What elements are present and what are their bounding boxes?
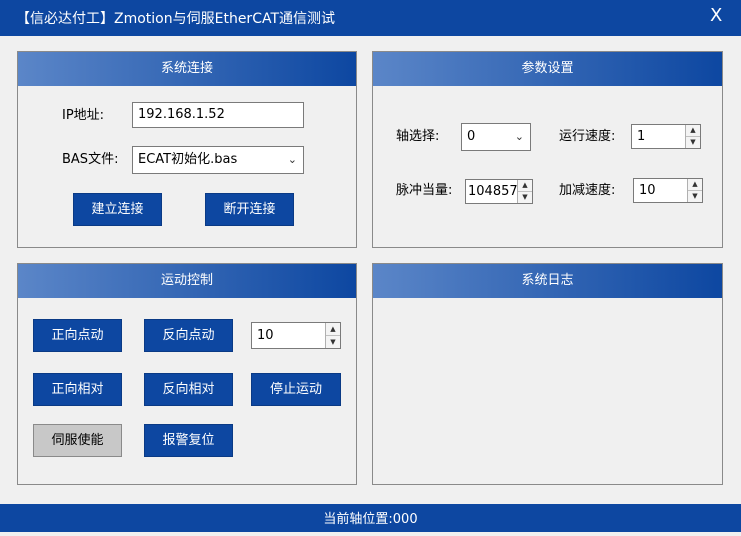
- axis-select-dropdown[interactable]: 0 ⌄: [461, 123, 531, 151]
- step-distance-value: 10: [257, 328, 274, 343]
- relative-forward-button[interactable]: 正向相对: [33, 373, 122, 406]
- stop-motion-button[interactable]: 停止运动: [251, 373, 341, 406]
- jog-reverse-button[interactable]: 反向点动: [144, 319, 233, 352]
- pulse-equivalent-value: 104857: [468, 184, 518, 199]
- spin-up-icon[interactable]: ▲: [518, 180, 532, 192]
- run-speed-spinner[interactable]: ▲ ▼: [685, 125, 700, 148]
- pulse-equivalent-spinner[interactable]: ▲ ▼: [517, 180, 532, 203]
- bas-file-dropdown[interactable]: ECAT初始化.bas ⌄: [132, 146, 304, 174]
- connection-panel-header: 系统连接: [18, 52, 356, 86]
- accel-label: 加减速度:: [559, 183, 616, 198]
- axis-select-label: 轴选择:: [396, 129, 440, 144]
- ip-label: IP地址:: [62, 108, 105, 123]
- title-bar: 【信必达付工】Zmotion与伺服EtherCAT通信测试 X: [0, 0, 741, 36]
- jog-forward-button[interactable]: 正向点动: [33, 319, 122, 352]
- log-panel: 系统日志: [372, 263, 723, 485]
- chevron-down-icon: ⌄: [287, 153, 297, 166]
- spin-down-icon[interactable]: ▼: [686, 137, 700, 149]
- window-title: 【信必达付工】Zmotion与伺服EtherCAT通信测试: [16, 11, 336, 27]
- motion-panel: 运动控制 正向点动 反向点动 10 ▲ ▼ 正向相对 反向相对 停止运动 伺服使能…: [17, 263, 357, 485]
- run-speed-stepper[interactable]: 1 ▲ ▼: [631, 124, 701, 149]
- ip-address-input[interactable]: 192.168.1.52: [132, 102, 304, 128]
- log-panel-header: 系统日志: [373, 264, 722, 298]
- pulse-equivalent-stepper[interactable]: 104857 ▲ ▼: [465, 179, 533, 204]
- bas-file-value: ECAT初始化.bas: [138, 152, 238, 167]
- run-speed-label: 运行速度:: [559, 129, 616, 144]
- spin-down-icon[interactable]: ▼: [688, 191, 702, 203]
- disconnect-button[interactable]: 断开连接: [205, 193, 294, 226]
- motion-panel-header: 运动控制: [18, 264, 356, 298]
- axis-select-value: 0: [467, 129, 476, 144]
- step-distance-spinner[interactable]: ▲ ▼: [325, 323, 340, 348]
- spin-up-icon[interactable]: ▲: [686, 125, 700, 137]
- pulse-equivalent-label: 脉冲当量:: [396, 183, 453, 198]
- params-panel: 参数设置 轴选择: 0 ⌄ 运行速度: 1 ▲ ▼ 脉冲当量: 104857 ▲ ▼…: [372, 51, 723, 248]
- params-panel-header: 参数设置: [373, 52, 722, 86]
- spin-up-icon[interactable]: ▲: [688, 179, 702, 191]
- status-bar: 当前轴位置:000: [0, 504, 741, 532]
- spin-down-icon[interactable]: ▼: [326, 336, 340, 349]
- step-distance-stepper[interactable]: 10 ▲ ▼: [251, 322, 341, 349]
- servo-enable-button[interactable]: 伺服使能: [33, 424, 122, 457]
- accel-spinner[interactable]: ▲ ▼: [687, 179, 702, 202]
- close-icon[interactable]: X: [710, 5, 722, 26]
- bas-file-label: BAS文件:: [62, 152, 119, 167]
- alarm-reset-button[interactable]: 报警复位: [144, 424, 233, 457]
- accel-stepper[interactable]: 10 ▲ ▼: [633, 178, 703, 203]
- log-text-area[interactable]: [373, 298, 722, 484]
- current-axis-position: 当前轴位置:000: [323, 512, 418, 527]
- spin-up-icon[interactable]: ▲: [326, 323, 340, 336]
- relative-reverse-button[interactable]: 反向相对: [144, 373, 233, 406]
- connect-button[interactable]: 建立连接: [73, 193, 162, 226]
- connection-panel: 系统连接 IP地址: 192.168.1.52 BAS文件: ECAT初始化.b…: [17, 51, 357, 248]
- accel-value: 10: [639, 183, 656, 198]
- chevron-down-icon: ⌄: [514, 130, 524, 143]
- run-speed-value: 1: [637, 129, 646, 144]
- spin-down-icon[interactable]: ▼: [518, 192, 532, 204]
